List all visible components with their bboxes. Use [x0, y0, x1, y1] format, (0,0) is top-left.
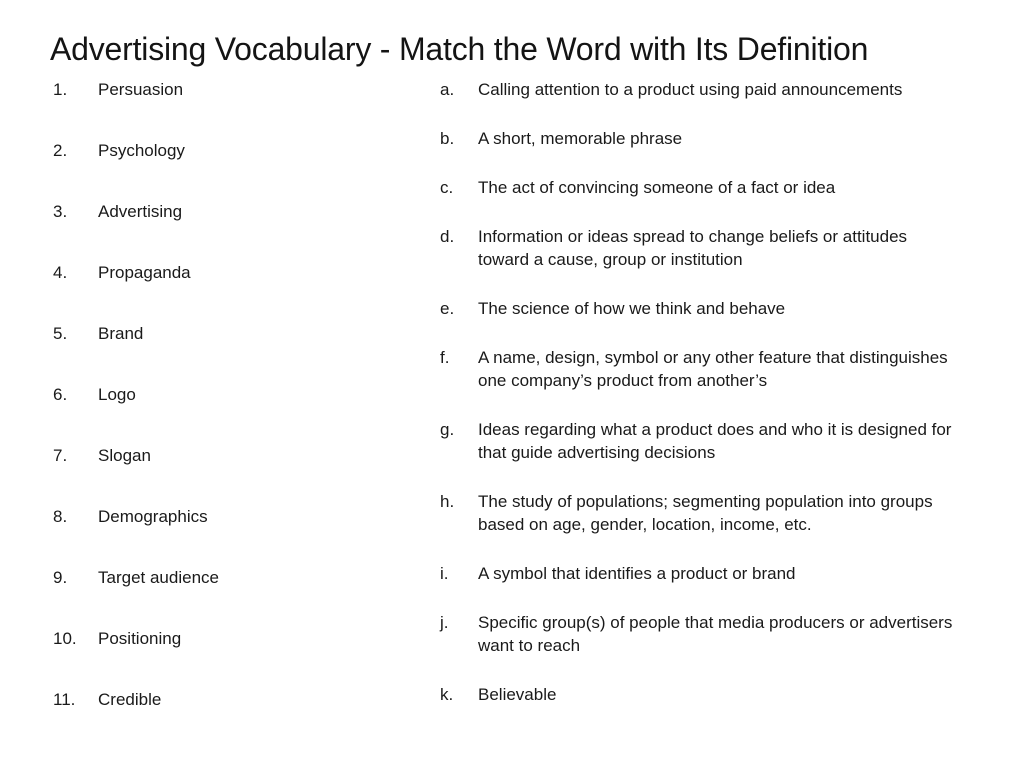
list-item: f. A name, design, symbol or any other f…: [440, 346, 1002, 392]
list-item-marker: d.: [440, 227, 455, 246]
list-item-marker: 8.: [53, 507, 68, 526]
list-item-marker: 2.: [53, 141, 68, 160]
list-item: b. A short, memorable phrase: [440, 127, 1002, 150]
list-item: i. A symbol that identifies a product or…: [440, 562, 1002, 585]
page-title: Advertising Vocabulary - Match the Word …: [50, 31, 869, 67]
list-item-marker: g.: [440, 420, 455, 439]
list-item-label: Information or ideas spread to change be…: [478, 227, 908, 269]
list-item-label: The act of convincing someone of a fact …: [478, 178, 836, 197]
list-item-label: Believable: [478, 685, 557, 704]
list-item-label: Persuasion: [98, 80, 184, 99]
list-item-marker: 3.: [53, 202, 68, 221]
list-item-label: A name, design, symbol or any other feat…: [478, 348, 948, 390]
list-item-marker: c.: [440, 178, 454, 197]
list-item: 8. Demographics: [53, 505, 413, 566]
list-item-marker: j.: [440, 613, 449, 632]
list-item: h. The study of populations; segmenting …: [440, 490, 1002, 536]
list-item-marker: 11.: [53, 690, 76, 709]
matching-columns: 1. Persuasion 2. Psychology 3. Advertisi…: [0, 78, 1024, 738]
list-item: 11. Credible: [53, 688, 413, 749]
list-item: g. Ideas regarding what a product does a…: [440, 418, 1002, 464]
list-item: 5. Brand: [53, 322, 413, 383]
list-item: 9. Target audience: [53, 566, 413, 627]
list-item-label: Demographics: [98, 507, 208, 526]
list-item-label: Slogan: [98, 446, 151, 465]
list-item: d. Information or ideas spread to change…: [440, 225, 1002, 271]
list-item: c. The act of convincing someone of a fa…: [440, 176, 1002, 199]
list-item: 10. Positioning: [53, 627, 413, 688]
list-item: 6. Logo: [53, 383, 413, 444]
list-item-marker: 10.: [53, 629, 77, 648]
list-item-label: The science of how we think and behave: [478, 299, 786, 318]
list-item: 7. Slogan: [53, 444, 413, 505]
list-item-label: Psychology: [98, 141, 185, 160]
list-item-label: Credible: [98, 690, 162, 709]
list-item: e. The science of how we think and behav…: [440, 297, 1002, 320]
list-item-marker: k.: [440, 685, 454, 704]
list-item-marker: 1.: [53, 80, 68, 99]
list-item-marker: h.: [440, 492, 455, 511]
list-item-marker: 9.: [53, 568, 68, 587]
list-item-label: Logo: [98, 385, 136, 404]
list-item: 4. Propaganda: [53, 261, 413, 322]
list-item-marker: b.: [440, 129, 455, 148]
list-item-label: Ideas regarding what a product does and …: [478, 420, 952, 462]
list-item-marker: 7.: [53, 446, 68, 465]
list-item-label: A short, memorable phrase: [478, 129, 683, 148]
list-item: j. Specific group(s) of people that medi…: [440, 611, 1002, 657]
list-item-label: A symbol that identifies a product or br…: [478, 564, 796, 583]
list-item: a. Calling attention to a product using …: [440, 78, 1002, 101]
list-item: 2. Psychology: [53, 139, 413, 200]
list-item: 1. Persuasion: [53, 78, 413, 139]
list-item-marker: e.: [440, 299, 455, 318]
list-item-label: Brand: [98, 324, 144, 343]
list-item-marker: 5.: [53, 324, 68, 343]
list-item-label: Specific group(s) of people that media p…: [478, 613, 953, 655]
list-item-marker: i.: [440, 564, 449, 583]
list-item-marker: 6.: [53, 385, 68, 404]
list-item-marker: a.: [440, 80, 455, 99]
list-item: 3. Advertising: [53, 200, 413, 261]
list-item-label: The study of populations; segmenting pop…: [478, 492, 933, 534]
definitions-column: a. Calling attention to a product using …: [440, 78, 1002, 732]
list-item-label: Advertising: [98, 202, 183, 221]
list-item-marker: 4.: [53, 263, 68, 282]
list-item-label: Calling attention to a product using pai…: [478, 80, 903, 99]
list-item-label: Target audience: [98, 568, 219, 587]
slide-canvas: Advertising Vocabulary - Match the Word …: [0, 0, 1024, 768]
list-item-marker: f.: [440, 348, 450, 367]
list-item: k. Believable: [440, 683, 1002, 706]
vocabulary-words-column: 1. Persuasion 2. Psychology 3. Advertisi…: [53, 78, 413, 749]
list-item-label: Propaganda: [98, 263, 191, 282]
list-item-label: Positioning: [98, 629, 182, 648]
